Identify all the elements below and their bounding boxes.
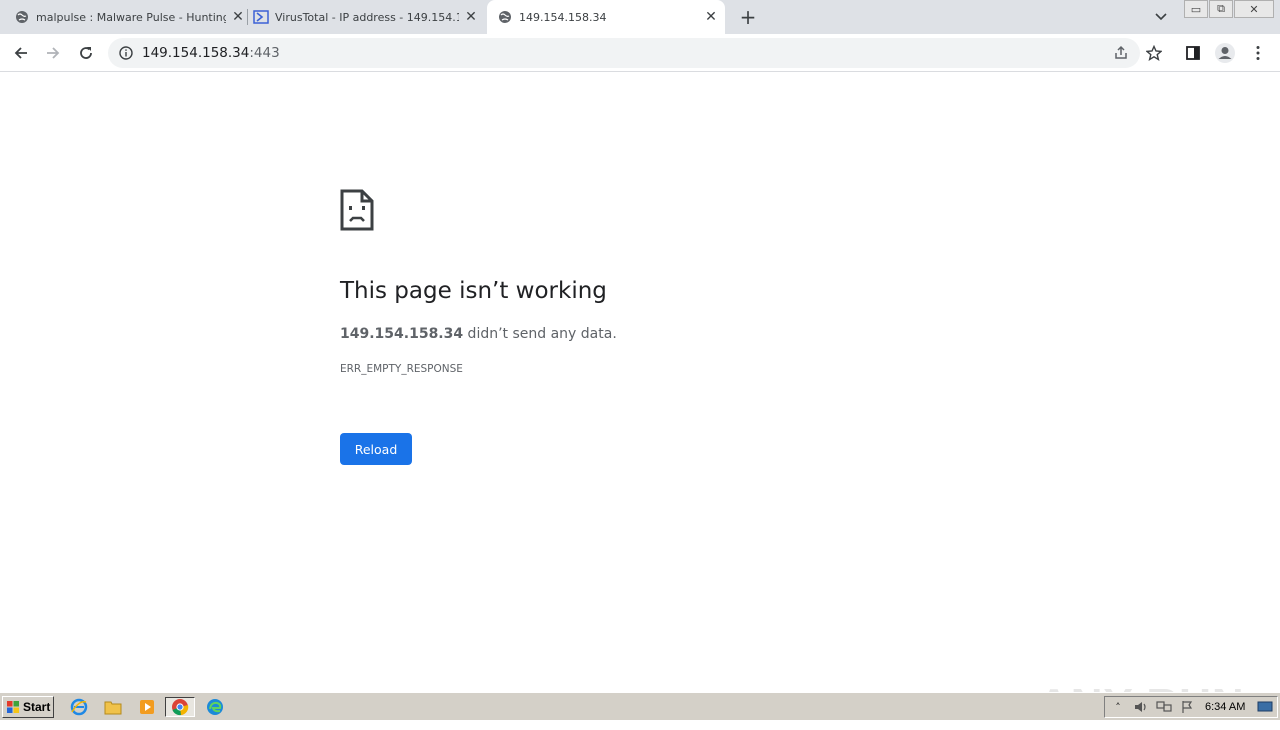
system-tray: ˄ 6:34 AM <box>1104 696 1278 718</box>
show-hidden-icons-icon[interactable]: ˄ <box>1108 699 1128 715</box>
error-host: 149.154.158.34 <box>340 326 464 342</box>
edge-icon[interactable] <box>204 697 226 717</box>
globe-icon <box>14 9 30 25</box>
info-icon[interactable] <box>118 45 134 61</box>
error-message: didn’t send any data. <box>463 326 617 342</box>
restore-icon[interactable]: ⧉ <box>1209 0 1233 18</box>
internet-explorer-icon[interactable] <box>68 697 90 717</box>
bookmark-star-icon[interactable] <box>1141 40 1167 66</box>
taskbar: Start ˄ 6:34 AM <box>0 692 1280 720</box>
tab-virustotal[interactable]: VirusTotal - IP address - 149.154.158 ✕ <box>253 0 479 34</box>
url-port: :443 <box>249 45 280 61</box>
url-host: 149.154.158.34 <box>142 45 250 61</box>
new-tab-button[interactable]: + <box>736 5 760 29</box>
virustotal-icon <box>253 9 269 25</box>
url-text[interactable]: 149.154.158.34:443 <box>142 45 280 61</box>
menu-kebab-icon[interactable] <box>1245 40 1271 66</box>
forward-button[interactable] <box>40 40 66 66</box>
tab-malpulse[interactable]: malpulse : Malware Pulse - Hunting C ✕ <box>14 0 246 34</box>
reload-icon[interactable] <box>73 40 99 66</box>
minimize-icon[interactable]: ▭ <box>1184 0 1208 18</box>
browser-toolbar: 149.154.158.34:443 <box>0 34 1280 72</box>
profile-avatar-icon[interactable] <box>1212 40 1238 66</box>
error-description: 149.154.158.34 didn’t send any data. <box>340 326 617 342</box>
tab-title: 149.154.158.34 <box>519 10 607 24</box>
back-button[interactable] <box>8 40 34 66</box>
tab-title: VirusTotal - IP address - 149.154.158 <box>275 10 459 24</box>
clock[interactable]: 6:34 AM <box>1205 701 1245 713</box>
error-page: This page isn’t working 149.154.158.34 d… <box>0 72 1280 729</box>
close-window-icon[interactable]: ✕ <box>1234 0 1274 18</box>
tab-active[interactable]: 149.154.158.34 ✕ <box>487 0 725 34</box>
close-tab-icon[interactable]: ✕ <box>230 9 246 25</box>
volume-icon[interactable] <box>1131 699 1151 715</box>
action-center-flag-icon[interactable] <box>1177 699 1197 715</box>
windows-flag-icon <box>7 701 19 713</box>
window-controls: ▭ ⧉ ✕ <box>1183 0 1274 18</box>
side-panel-icon[interactable] <box>1180 40 1206 66</box>
tab-title: malpulse : Malware Pulse - Hunting C <box>36 10 226 24</box>
close-tab-icon[interactable]: ✕ <box>463 9 479 25</box>
reload-button[interactable]: Reload <box>340 433 412 465</box>
tab-separator <box>247 9 248 25</box>
start-button[interactable]: Start <box>2 696 54 718</box>
start-label: Start <box>23 700 51 714</box>
error-title: This page isn’t working <box>340 278 607 304</box>
network-icon[interactable] <box>1154 699 1174 715</box>
chrome-icon[interactable] <box>165 697 195 717</box>
share-icon[interactable] <box>1108 40 1134 66</box>
show-desktop-icon[interactable] <box>1255 699 1275 715</box>
media-player-icon[interactable] <box>136 697 158 717</box>
error-code: ERR_EMPTY_RESPONSE <box>340 363 463 375</box>
tab-search-icon[interactable] <box>1150 6 1172 28</box>
address-bar[interactable]: 149.154.158.34:443 <box>108 38 1140 68</box>
close-tab-icon[interactable]: ✕ <box>703 9 719 25</box>
sad-page-icon <box>340 189 374 231</box>
globe-icon <box>497 9 513 25</box>
tab-strip: malpulse : Malware Pulse - Hunting C ✕ V… <box>0 0 1280 34</box>
file-explorer-icon[interactable] <box>102 697 124 717</box>
